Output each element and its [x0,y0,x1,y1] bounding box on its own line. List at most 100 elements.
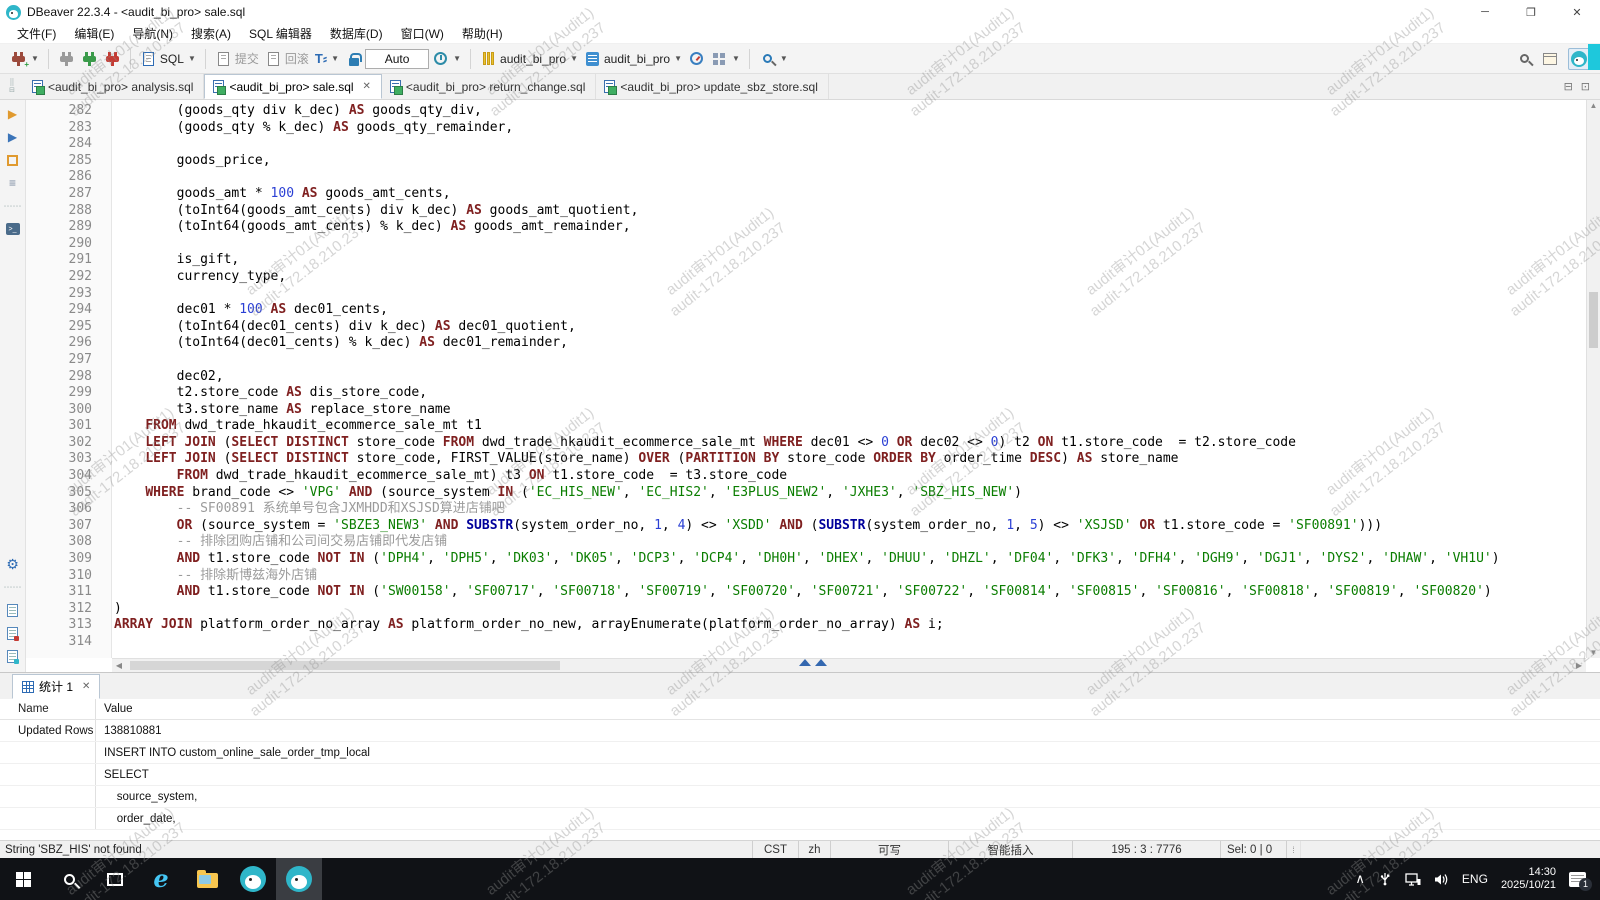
toolbar-search-button[interactable]: ▼ [756,48,791,69]
horizontal-scrollbar[interactable]: ◀ ▶ [112,658,1586,672]
commit-mode-combo[interactable]: Auto [365,49,429,69]
tray-expand-icon[interactable]: ∧ [1355,871,1365,887]
code-line: 288 (toInt64(goods_amt_cents) div k_dec)… [26,203,1586,220]
status-cells: CSTzh可写智能插入195 : 3 : 7776Sel: 0 | 0 [752,841,1286,858]
editor-tab[interactable]: <audit_bi_pro> return_change.sql [382,74,596,99]
status-cell: 智能插入 [948,841,1072,858]
dbeaver-app-icon [6,5,21,20]
transaction-icon: T⸗ [315,52,327,65]
network-icon[interactable] [1405,873,1421,886]
menu-item[interactable]: SQL 编辑器 [240,24,321,43]
stats-tab[interactable]: 统计 1 ✕ [12,674,100,699]
scroll-down-arrow[interactable]: ▼ [1587,648,1600,657]
table-row[interactable]: order_date, [0,808,1600,830]
taskbar-search-button[interactable] [46,858,92,900]
sql-editor-button[interactable]: SQL ▼ [137,48,199,69]
sql-editor-area[interactable]: 282 (goods_qty div k_dec) AS goods_qty_d… [26,100,1600,672]
row-count-icon[interactable]: ≡ [5,175,21,191]
menu-item[interactable]: 帮助(H) [453,24,512,43]
editor-left-rail: ▶ ▶ ≡ ⋯⋯ >_ ⚙ ⋯⋯ [0,100,26,672]
dashboard-button[interactable] [685,48,708,69]
maximize-view-icon[interactable]: ⊡ [1581,80,1590,93]
new-connection-button[interactable]: + ▼ [7,48,42,69]
vertical-scrollbar[interactable]: ▲ ▼ [1586,100,1600,658]
sql-file-icon [32,80,43,93]
transaction-log-button[interactable]: ▼ [429,48,464,69]
dbeaver-taskbar-button-active[interactable] [276,858,322,900]
lock-button[interactable] [342,48,365,69]
splitter-collapse-arrows[interactable] [799,659,827,666]
execute-sql-icon[interactable]: ▶ [5,106,21,122]
execute-script-icon[interactable]: ▶ [5,129,21,145]
global-search-button[interactable] [1517,52,1532,65]
rollback-button[interactable]: 回滚 [262,48,312,69]
settings-gear-icon[interactable]: ⚙ [5,556,21,572]
editor-tab[interactable]: <audit_bi_pro> update_sbz_store.sql [596,74,828,99]
usb-icon[interactable] [1378,872,1392,886]
transaction-mode-button[interactable]: T⸗▼ [312,50,342,67]
open-console-icon[interactable]: >_ [5,221,21,237]
task-view-button[interactable] [92,858,138,900]
scroll-right-arrow[interactable]: ▶ [1572,661,1586,670]
menu-item[interactable]: 编辑(E) [65,24,123,43]
menu-item[interactable]: 导航(N) [123,24,182,43]
code-line: 299 t2.store_code AS dis_store_code, [26,385,1586,402]
table-row[interactable]: INSERT INTO custom_online_sale_order_tmp… [0,742,1600,764]
status-filler [1300,841,1600,858]
vertical-scroll-thumb[interactable] [1589,292,1598,348]
tab-label: <audit_bi_pro> update_sbz_store.sql [620,80,817,94]
more-dots-icon: ⋯⋯ [5,579,21,595]
column-header-name[interactable]: Name [0,699,96,719]
code-lines[interactable]: 282 (goods_qty div k_dec) AS goods_qty_d… [26,100,1586,658]
windows-taskbar: e ∧ ENG 14:30 2025/10/21 1 [0,858,1600,900]
close-button[interactable]: ✕ [1554,0,1600,24]
editor-tab[interactable]: <audit_bi_pro> sale.sql✕ [204,74,381,99]
schema-select[interactable]: audit_bi_pro ▼ [581,48,685,69]
dbeaver-perspective-button[interactable] [1568,48,1590,70]
table-row[interactable]: source_system, [0,786,1600,808]
scroll-up-arrow[interactable]: ▲ [1587,101,1600,110]
disconnect-button[interactable] [55,48,78,69]
language-indicator[interactable]: ENG [1462,872,1488,886]
log-document-icon[interactable] [5,602,21,618]
chevron-down-icon: ▼ [31,54,39,63]
error-document-icon[interactable] [5,625,21,641]
kill-connection-button[interactable] [101,48,124,69]
explain-plan-button[interactable]: ▼ [708,48,743,69]
file-explorer-button[interactable] [184,858,230,900]
menu-item[interactable]: 数据库(D) [321,24,392,43]
table-row[interactable]: Updated Rows138810881 [0,720,1600,742]
menu-item[interactable]: 搜索(A) [182,24,240,43]
internet-explorer-button[interactable]: e [138,858,184,900]
dbeaver-taskbar-button[interactable] [230,858,276,900]
maximize-button[interactable]: ❐ [1508,0,1554,24]
open-perspective-button[interactable] [1540,51,1560,67]
code-line: 292 currency_type, [26,269,1586,286]
minimize-view-icon[interactable]: ⊟ [1564,80,1573,93]
volume-icon[interactable] [1434,873,1449,886]
rollback-label: 回滚 [285,50,309,67]
code-line: 283 (goods_qty % k_dec) AS goods_qty_rem… [26,120,1586,137]
close-icon[interactable]: ✕ [363,81,371,92]
commit-button[interactable]: 提交 [212,48,262,69]
action-center-button[interactable]: 1 [1569,872,1586,887]
close-icon[interactable]: ✕ [82,681,90,692]
table-row[interactable]: SELECT [0,764,1600,786]
clock[interactable]: 14:30 2025/10/21 [1501,866,1556,892]
scroll-left-arrow[interactable]: ◀ [112,661,126,670]
menu-item[interactable]: 窗口(W) [392,24,453,43]
output-document-icon[interactable] [5,648,21,664]
column-header-value[interactable]: Value [96,699,1600,719]
menu-item[interactable]: 文件(F) [8,24,65,43]
reconnect-button[interactable] [78,48,101,69]
rollback-icon [265,50,282,67]
status-grip: ⁞ [1286,841,1300,858]
more-dots-icon: ⋯⋯ [5,198,21,214]
export-result-icon[interactable] [5,152,21,168]
database-select[interactable]: audit_bi_pro ▼ [477,48,581,69]
horizontal-scroll-thumb[interactable] [130,661,560,670]
code-line: 313ARRAY JOIN platform_order_no_array AS… [26,617,1586,634]
minimize-button[interactable]: ─ [1462,0,1508,24]
start-button[interactable] [0,858,46,900]
editor-tab[interactable]: <audit_bi_pro> analysis.sql [24,74,204,99]
